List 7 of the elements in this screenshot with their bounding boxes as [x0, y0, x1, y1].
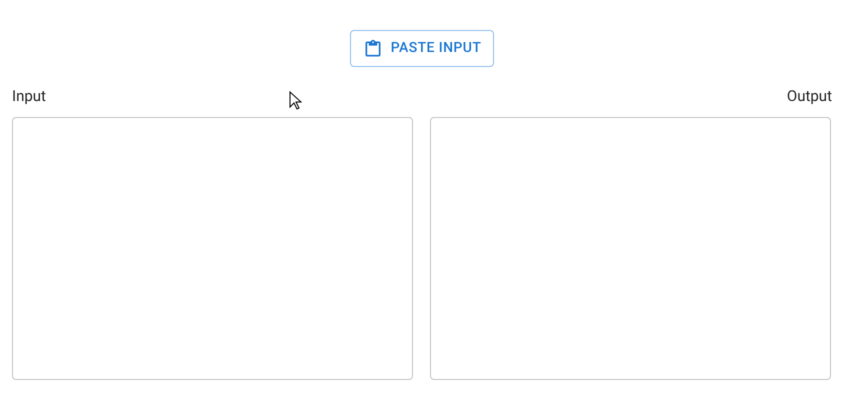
paste-input-button[interactable]: PASTE INPUT	[350, 30, 494, 67]
input-field[interactable]	[12, 116, 413, 380]
clipboard-icon	[362, 38, 383, 58]
input-label: Input	[12, 86, 46, 107]
output-field[interactable]	[430, 116, 831, 380]
mouse-pointer-icon	[289, 91, 302, 110]
output-label: Output	[786, 86, 832, 107]
